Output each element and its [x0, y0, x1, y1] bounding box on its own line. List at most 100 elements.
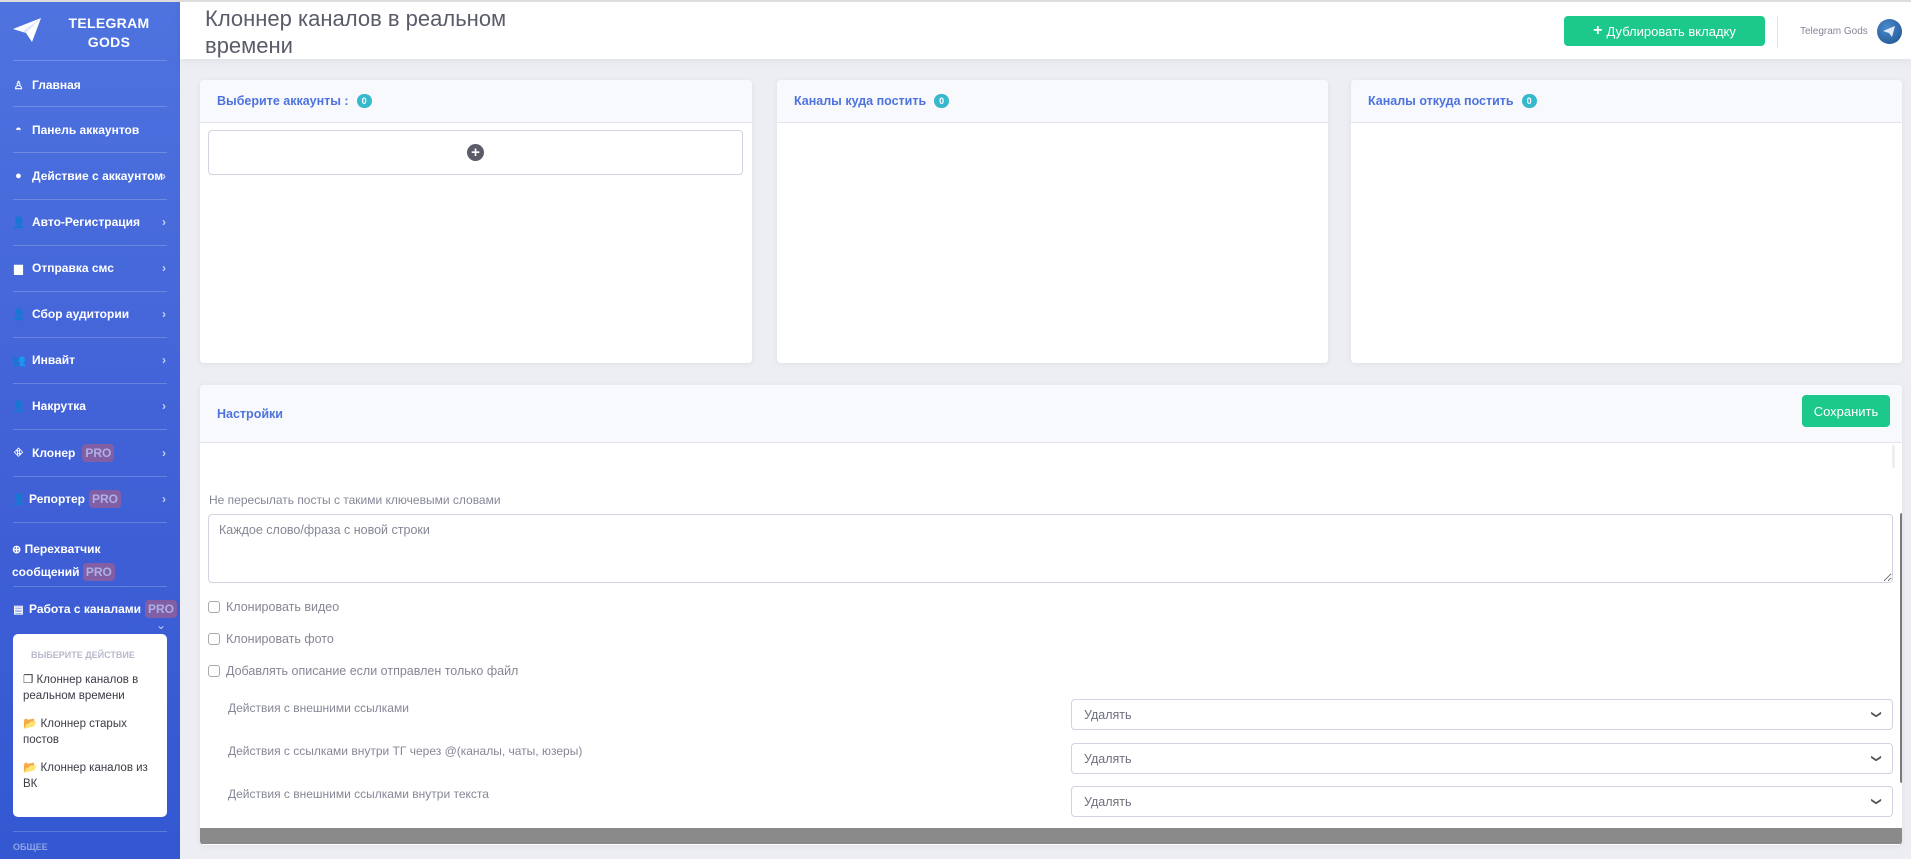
sidebar-item-accounts-panel[interactable]: ◓ Панель аккаунтов [12, 123, 180, 137]
tg-links-select[interactable]: Удалять ❯ [1071, 743, 1893, 774]
sidebar-item-channels[interactable]: ▤ Работа с каналами PRO [12, 600, 180, 618]
sidebar-item-label: Накрутка [32, 399, 86, 413]
checkbox-box[interactable] [208, 601, 220, 613]
checkbox-box[interactable] [208, 633, 220, 645]
page-title: Клоннер каналов в реальном времени [205, 6, 507, 58]
divider [13, 291, 167, 292]
user-cog-icon: 👤 [12, 400, 26, 413]
divider [13, 476, 167, 477]
paper-plane-icon [13, 18, 41, 42]
sidebar-item-audience[interactable]: 👤 Сбор аудитории › [12, 307, 180, 321]
chevron-right-icon: › [162, 307, 166, 321]
divider [13, 245, 167, 246]
divider [13, 831, 167, 832]
user-name[interactable]: Telegram Gods [1800, 26, 1868, 37]
submenu-item-old-posts-cloner[interactable]: 📂 Клоннер старых постов [23, 716, 157, 748]
chevron-down-icon: ❯ [1870, 797, 1882, 806]
sidebar-item-label: Сбор аудитории [32, 307, 130, 321]
chevron-circle-icon: ● [15, 170, 22, 182]
settings-panel: Настройки Сохранить Не пересылать посты … [200, 385, 1902, 845]
sidebar-item-interceptor[interactable]: ⊕ Перехватчик сообщений PRO [12, 538, 132, 583]
plus-circle-icon: + [467, 144, 484, 161]
inline-links-label: Действия с внешними ссылками внутри текс… [228, 787, 489, 801]
target-channels-panel: Каналы куда постить 0 [777, 80, 1328, 363]
panel-title: Выберите аккаунты : [217, 94, 349, 108]
list-alt-icon: ▤ [13, 603, 24, 616]
user-cog-icon: 👤 [12, 308, 26, 321]
clone-video-checkbox[interactable]: Клонировать видео [208, 600, 339, 614]
checkbox-box[interactable] [208, 665, 220, 677]
sidebar-item-label: Репортер [29, 492, 86, 506]
clone-photo-checkbox[interactable]: Клонировать фото [208, 632, 334, 646]
horizontal-scrollbar[interactable] [200, 828, 1902, 844]
sidebar-item-label: Главная [32, 78, 81, 92]
save-button[interactable]: Сохранить [1802, 395, 1890, 427]
chevron-right-icon: › [162, 353, 166, 367]
add-account-button[interactable]: + [208, 130, 743, 175]
keywords-label: Не пересылать посты с такими ключевыми с… [209, 493, 501, 507]
chevron-down-icon[interactable]: ⌄ [156, 618, 166, 632]
divider [13, 60, 167, 61]
accounts-panel: Выберите аккаунты : 0 + [200, 80, 752, 363]
user-slash-icon: 👤 [12, 493, 26, 506]
panel-header: Каналы куда постить 0 [777, 80, 1328, 123]
sidebar-item-cloner[interactable]: ⛗ Клонер PRO › [12, 444, 180, 462]
source-channels-panel: Каналы откуда постить 0 [1351, 80, 1902, 363]
count-badge: 0 [934, 94, 950, 108]
chevron-right-icon: › [162, 399, 166, 413]
submenu-item-vk-cloner[interactable]: 📂 Клоннер каналов из ВК [23, 760, 157, 792]
sidebar-item-account-actions[interactable]: ● Действие с аккаунтом › [12, 169, 180, 183]
brand[interactable]: TELEGRAM GODS [0, 2, 180, 60]
sidebar-item-label: Панель аккаунтов [32, 123, 140, 137]
chevron-right-icon: › [162, 215, 166, 229]
sidebar-item-auto-registration[interactable]: 👤 Авто-Регистрация › [12, 215, 180, 229]
folder-open-icon: 📂 [23, 762, 38, 774]
divider [13, 106, 167, 107]
add-description-checkbox[interactable]: Добавлять описание если отправлен только… [208, 664, 518, 678]
sidebar-item-sms[interactable]: ▆ Отправка смс › [12, 261, 180, 275]
pro-badge: PRO [89, 490, 122, 508]
chevron-right-icon: › [162, 492, 166, 506]
comment-icon: ▆ [14, 262, 23, 275]
avatar[interactable] [1877, 19, 1902, 44]
sidebar-item-label: Инвайт [32, 353, 76, 367]
divider [13, 383, 167, 384]
duplicate-tab-button[interactable]: + Дублировать вкладку [1564, 16, 1765, 46]
sidebar-item-home[interactable]: ♙ Главная [12, 78, 180, 92]
dashboard-gauge-icon: ◓ [15, 124, 22, 136]
select-value: Удалять [1084, 707, 1132, 722]
submenu-item-realtime-cloner[interactable]: ❐ Клоннер каналов в реальном времени [23, 672, 157, 704]
sidebar-item-reporter[interactable]: 👤 Репортер PRO › [12, 490, 180, 508]
count-badge: 0 [1521, 94, 1537, 108]
sidebar-item-label: Отправка смс [32, 261, 114, 275]
brand-name: TELEGRAM GODS [68, 15, 150, 50]
select-value: Удалять [1084, 794, 1132, 809]
user-plus-icon: 👤 [12, 216, 26, 229]
sidebar-item-label: Работа с каналами [29, 602, 142, 616]
submenu-item-label: Клоннер каналов из ВК [23, 762, 148, 790]
pro-badge: PRO [145, 600, 178, 618]
chevron-right-icon: › [162, 446, 166, 460]
checkbox-label: Добавлять описание если отправлен только… [226, 664, 519, 678]
vertical-scrollbar[interactable] [1900, 513, 1902, 783]
panel-title: Каналы откуда постить [1368, 94, 1514, 108]
folder-open-icon: 📂 [23, 718, 38, 730]
sidebar-item-label: Действие с аккаунтом [32, 169, 164, 183]
chevron-right-icon: › [162, 169, 166, 183]
submenu-item-label: Клоннер старых постов [23, 718, 127, 746]
sidebar-item-boost[interactable]: 👤 Накрутка › [12, 399, 180, 413]
checkbox-label: Клонировать видео [226, 600, 340, 614]
external-links-select[interactable]: Удалять ❯ [1071, 699, 1893, 730]
copy-icon: ❐ [23, 674, 34, 686]
inline-links-select[interactable]: Удалять ❯ [1071, 786, 1893, 817]
button-label: Дублировать вкладку [1606, 23, 1736, 39]
chevron-down-icon: ❯ [1870, 710, 1882, 719]
checkbox-label: Клонировать фото [226, 632, 334, 646]
chevron-down-icon: ❯ [1870, 754, 1882, 763]
panel-header: Выберите аккаунты : 0 [200, 80, 752, 123]
sidebar-item-invite[interactable]: 👥 Инвайт › [12, 353, 180, 367]
count-badge: 0 [356, 94, 372, 108]
pro-badge: PRO [82, 444, 115, 462]
divider [13, 522, 167, 523]
keywords-textarea[interactable] [208, 514, 1893, 583]
